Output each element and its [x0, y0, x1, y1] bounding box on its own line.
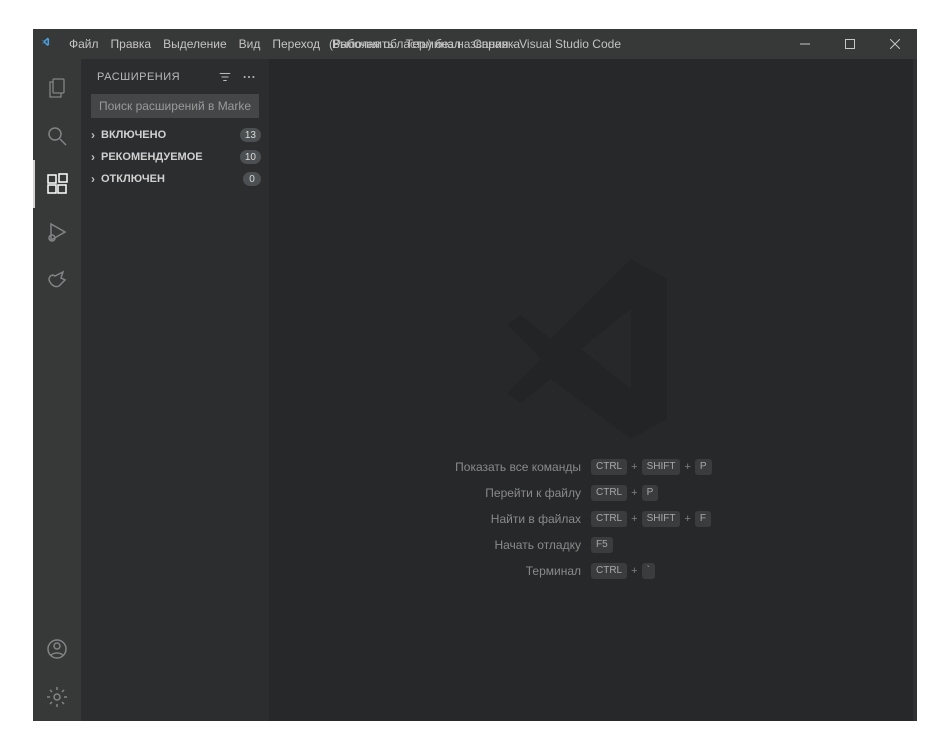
window-controls [782, 29, 917, 59]
plus-separator: + [631, 513, 637, 525]
hint-row: Найти в файлахCTRL+SHIFT+F [269, 511, 913, 527]
app-frame: Файл Правка Выделение Вид Переход Выполн… [33, 29, 917, 721]
maximize-button[interactable] [827, 29, 872, 59]
vscode-logo-icon [41, 36, 57, 52]
hint-label: Терминал [269, 564, 591, 578]
filter-icon[interactable] [215, 67, 235, 87]
hint-keys: CTRL + ` [591, 563, 913, 579]
titlebar: Файл Правка Выделение Вид Переход Выполн… [33, 29, 917, 59]
vscode-watermark-icon [491, 249, 691, 454]
right-strip [913, 59, 917, 721]
hint-row: Перейти к файлуCTRL + P [269, 485, 913, 501]
plus-separator: + [631, 487, 637, 499]
hint-keys: CTRL+SHIFT+P [591, 459, 913, 475]
live-share-icon[interactable] [33, 256, 81, 304]
window-title: (Рабочая область) без названия - Visual … [329, 37, 621, 51]
more-actions-icon[interactable] [239, 67, 259, 87]
section-recommended[interactable]: › РЕКОМЕНДУЕМОЕ 10 [81, 146, 269, 168]
keycap: P [695, 459, 712, 475]
extensions-icon[interactable] [33, 160, 81, 208]
section-label: ВКЛЮЧЕНО [101, 129, 240, 141]
section-label: ОТКЛЮЧЕН [101, 173, 243, 185]
hint-keys: CTRL + P [591, 485, 913, 501]
close-button[interactable] [872, 29, 917, 59]
activity-bar [33, 59, 81, 721]
keycap: ` [642, 563, 655, 579]
run-debug-icon[interactable] [33, 208, 81, 256]
hint-label: Найти в файлах [269, 512, 591, 526]
keycap: CTRL [591, 563, 627, 579]
hint-row: ТерминалCTRL + ` [269, 563, 913, 579]
hint-label: Начать отладку [269, 538, 591, 552]
section-badge: 0 [243, 172, 261, 186]
section-enabled[interactable]: › ВКЛЮЧЕНО 13 [81, 124, 269, 146]
menu-file[interactable]: Файл [63, 29, 105, 59]
keycap: SHIFT [642, 511, 681, 527]
extension-search-row [81, 94, 269, 124]
search-icon[interactable] [33, 112, 81, 160]
minimize-button[interactable] [782, 29, 827, 59]
hint-keys: F5 [591, 537, 913, 553]
hint-label: Перейти к файлу [269, 486, 591, 500]
sidebar-title: РАСШИРЕНИЯ [97, 71, 180, 83]
menu-selection[interactable]: Выделение [157, 29, 233, 59]
menu-view[interactable]: Вид [233, 29, 267, 59]
editor-welcome: Показать все командыCTRL+SHIFT+PПерейти … [269, 59, 913, 721]
keyboard-hints: Показать все командыCTRL+SHIFT+PПерейти … [269, 459, 913, 579]
sidebar-extensions: РАСШИРЕНИЯ › ВКЛЮЧЕНО 13 › РЕКОМЕНДУЕМОЕ [81, 59, 269, 721]
plus-separator: + [631, 565, 637, 577]
explorer-icon[interactable] [33, 64, 81, 112]
chevron-right-icon: › [87, 128, 99, 142]
keycap: CTRL [591, 511, 627, 527]
keycap: F5 [591, 537, 613, 553]
hint-row: Начать отладкуF5 [269, 537, 913, 553]
chevron-right-icon: › [87, 150, 99, 164]
chevron-right-icon: › [87, 172, 99, 186]
accounts-icon[interactable] [33, 625, 81, 673]
section-disabled[interactable]: › ОТКЛЮЧЕН 0 [81, 168, 269, 190]
plus-separator: + [684, 461, 690, 473]
section-badge: 10 [240, 150, 261, 164]
hint-label: Показать все команды [269, 460, 591, 474]
hint-keys: CTRL+SHIFT+F [591, 511, 913, 527]
body-area: РАСШИРЕНИЯ › ВКЛЮЧЕНО 13 › РЕКОМЕНДУЕМОЕ [33, 59, 917, 721]
keycap: CTRL [591, 485, 627, 501]
keycap: P [642, 485, 659, 501]
hint-row: Показать все командыCTRL+SHIFT+P [269, 459, 913, 475]
sidebar-header: РАСШИРЕНИЯ [81, 59, 269, 94]
menu-go[interactable]: Переход [266, 29, 326, 59]
plus-separator: + [684, 513, 690, 525]
menu-edit[interactable]: Правка [105, 29, 158, 59]
keycap: SHIFT [642, 459, 681, 475]
section-label: РЕКОМЕНДУЕМОЕ [101, 151, 240, 163]
extension-search-input[interactable] [91, 94, 259, 118]
plus-separator: + [631, 461, 637, 473]
keycap: CTRL [591, 459, 627, 475]
settings-gear-icon[interactable] [33, 673, 81, 721]
section-badge: 13 [240, 128, 261, 142]
keycap: F [695, 511, 711, 527]
